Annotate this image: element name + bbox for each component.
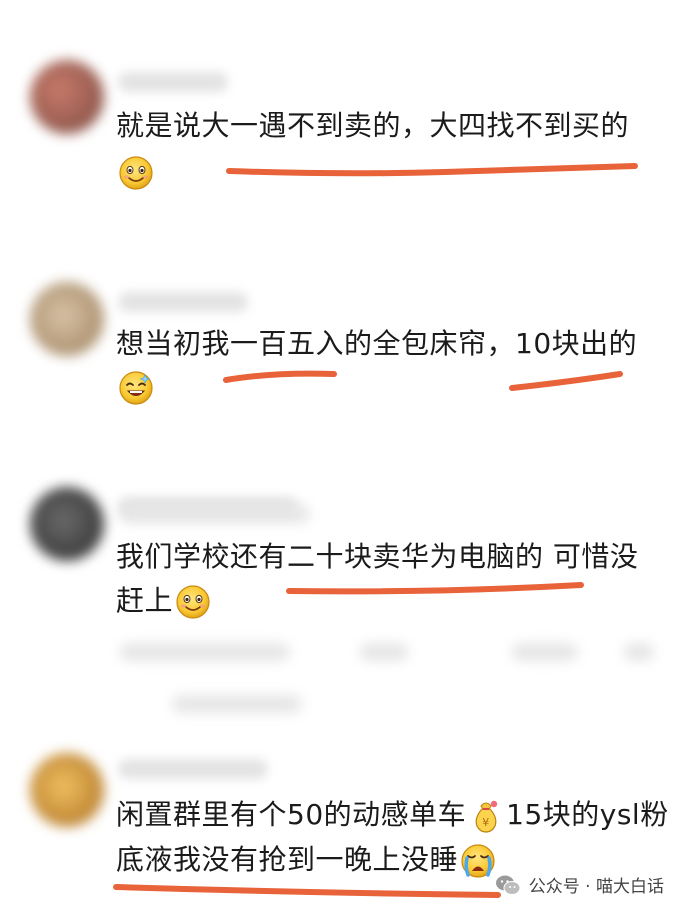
comment-text: 就是说大一遇不到卖的，大四找不到买的: [116, 104, 676, 148]
smile-emoji-icon: [176, 585, 210, 619]
comment-text: 闲置群里有个50的动感单车 ¥ 15块的ysl粉: [116, 793, 676, 837]
comment-line: 底液我没有抢到一晚上没睡: [116, 843, 459, 876]
comment-text: 赶上: [116, 579, 676, 623]
comment-line: 就是说大一遇不到卖的，大四找不到买的: [116, 109, 630, 142]
username-blurred-extra: [120, 505, 310, 523]
comment-emoji-line: [116, 150, 676, 194]
blurred-like-action[interactable]: [512, 643, 578, 661]
comment-text: 想当初我一百五入的全包床帘，10块出的: [116, 322, 676, 366]
comment-item: 想当初我一百五入的全包床帘，10块出的: [0, 230, 690, 465]
avatar[interactable]: [30, 60, 104, 134]
username-blurred[interactable]: [118, 72, 228, 92]
comment-item: 就是说大一遇不到卖的，大四找不到买的: [0, 0, 690, 230]
blurred-meta: [120, 643, 290, 661]
username-blurred[interactable]: [118, 292, 248, 312]
comment-line: 15块的ysl粉: [506, 798, 669, 831]
wechat-watermark: 公众号 · 喵大白话: [495, 872, 664, 897]
comment-thread-screenshot: 就是说大一遇不到卖的，大四找不到买的 想当初我一百五入的全包床帘，10块出的 我…: [0, 0, 690, 921]
money-bag-emoji-icon: ¥: [475, 800, 498, 833]
watermark-label: 公众号 · 喵大白话: [528, 877, 664, 897]
blurred-expand-replies[interactable]: [172, 695, 302, 713]
username-blurred[interactable]: [118, 759, 268, 779]
grin-sparkle-emoji-icon: [119, 371, 153, 405]
comment-text: 我们学校还有二十块卖华为电脑的 可惜没: [116, 535, 676, 579]
comment-line: 想当初我一百五入的全包床帘，10块出的: [116, 327, 638, 360]
avatar[interactable]: [30, 487, 104, 561]
comment-item: 我们学校还有二十块卖华为电脑的 可惜没 赶上: [0, 465, 690, 745]
comment-line: 我们学校还有二十块卖华为电脑的 可惜没: [116, 540, 639, 573]
avatar[interactable]: [30, 282, 104, 356]
comment-line: 闲置群里有个50的动感单车: [116, 798, 467, 831]
smile-emoji-icon: [119, 156, 153, 190]
comment-emoji-line: [116, 365, 676, 409]
svg-text:¥: ¥: [482, 816, 490, 829]
crying-emoji-icon: [461, 844, 495, 878]
comment-line: 赶上: [116, 584, 174, 617]
avatar[interactable]: [30, 753, 104, 827]
wechat-icon: [495, 875, 521, 895]
blurred-dislike-action[interactable]: [624, 643, 654, 661]
blurred-reply-action[interactable]: [360, 643, 408, 661]
